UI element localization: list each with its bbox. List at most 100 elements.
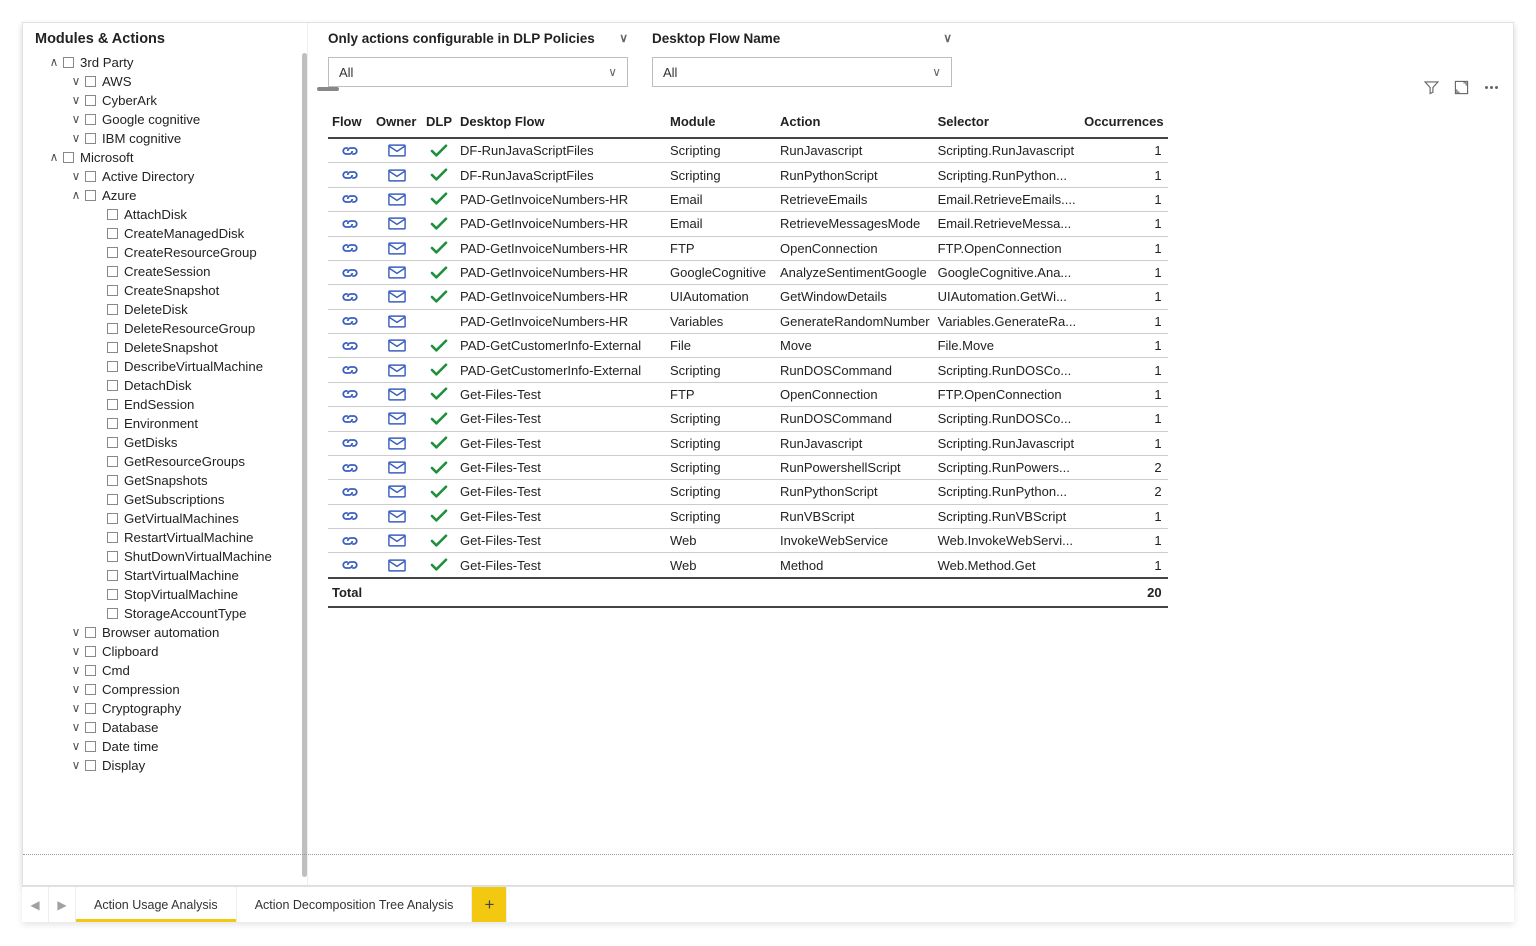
owner-mail-icon[interactable] bbox=[372, 407, 422, 431]
flow-link-icon[interactable] bbox=[328, 504, 372, 528]
expand-collapse-icon[interactable] bbox=[69, 757, 83, 774]
owner-mail-icon[interactable] bbox=[372, 504, 422, 528]
tree-scrollbar[interactable] bbox=[302, 53, 307, 877]
flow-link-icon[interactable] bbox=[328, 334, 372, 358]
checkbox[interactable] bbox=[85, 627, 96, 638]
flow-link-icon[interactable] bbox=[328, 480, 372, 504]
expand-collapse-icon[interactable] bbox=[69, 681, 83, 698]
tree-item[interactable]: CreateSnapshot bbox=[33, 281, 307, 300]
slicer-dlp-dropdown[interactable]: All ∨ bbox=[328, 57, 628, 87]
checkbox[interactable] bbox=[107, 342, 118, 353]
owner-mail-icon[interactable] bbox=[372, 480, 422, 504]
checkbox[interactable] bbox=[107, 589, 118, 600]
checkbox[interactable] bbox=[85, 133, 96, 144]
checkbox[interactable] bbox=[107, 437, 118, 448]
tree-item[interactable]: GetVirtualMachines bbox=[33, 509, 307, 528]
tree-item[interactable]: ShutDownVirtualMachine bbox=[33, 547, 307, 566]
flow-link-icon[interactable] bbox=[328, 163, 372, 187]
checkbox[interactable] bbox=[85, 190, 96, 201]
tree-item[interactable]: GetResourceGroups bbox=[33, 452, 307, 471]
tab-decomposition[interactable]: Action Decomposition Tree Analysis bbox=[237, 887, 473, 922]
tree-item[interactable]: AttachDisk bbox=[33, 205, 307, 224]
expand-collapse-icon[interactable] bbox=[69, 700, 83, 717]
tab-action-usage[interactable]: Action Usage Analysis bbox=[76, 887, 237, 922]
table-row[interactable]: PAD-GetInvoiceNumbers-HRFTPOpenConnectio… bbox=[328, 236, 1168, 260]
tree-item[interactable]: 3rd Party bbox=[33, 53, 307, 72]
chevron-down-icon[interactable]: ∨ bbox=[943, 31, 952, 45]
owner-mail-icon[interactable] bbox=[372, 212, 422, 236]
tree-item[interactable]: StorageAccountType bbox=[33, 604, 307, 623]
table-row[interactable]: Get-Files-TestFTPOpenConnectionFTP.OpenC… bbox=[328, 382, 1168, 406]
tree-item[interactable]: CreateResourceGroup bbox=[33, 243, 307, 262]
owner-mail-icon[interactable] bbox=[372, 529, 422, 553]
owner-mail-icon[interactable] bbox=[372, 236, 422, 260]
expand-collapse-icon[interactable] bbox=[69, 111, 83, 128]
expand-collapse-icon[interactable] bbox=[69, 624, 83, 641]
tree-item[interactable]: DeleteResourceGroup bbox=[33, 319, 307, 338]
table-row[interactable]: PAD-GetCustomerInfo-ExternalScriptingRun… bbox=[328, 358, 1168, 382]
checkbox[interactable] bbox=[107, 608, 118, 619]
col-module[interactable]: Module bbox=[666, 106, 776, 138]
checkbox[interactable] bbox=[63, 57, 74, 68]
flow-link-icon[interactable] bbox=[328, 187, 372, 211]
expand-collapse-icon[interactable] bbox=[69, 738, 83, 755]
col-occurrences[interactable]: Occurrences bbox=[1080, 106, 1168, 138]
expand-collapse-icon[interactable] bbox=[69, 719, 83, 736]
table-row[interactable]: Get-Files-TestScriptingRunVBScriptScript… bbox=[328, 504, 1168, 528]
focus-mode-icon[interactable] bbox=[1453, 79, 1469, 95]
flow-link-icon[interactable] bbox=[328, 309, 372, 333]
tree-item[interactable]: CyberArk bbox=[33, 91, 307, 110]
tree-item[interactable]: Database bbox=[33, 718, 307, 737]
checkbox[interactable] bbox=[107, 475, 118, 486]
checkbox[interactable] bbox=[107, 247, 118, 258]
owner-mail-icon[interactable] bbox=[372, 358, 422, 382]
checkbox[interactable] bbox=[85, 665, 96, 676]
owner-mail-icon[interactable] bbox=[372, 309, 422, 333]
checkbox[interactable] bbox=[85, 76, 96, 87]
flow-link-icon[interactable] bbox=[328, 431, 372, 455]
checkbox[interactable] bbox=[107, 570, 118, 581]
resize-grip-icon[interactable] bbox=[317, 87, 339, 91]
table-row[interactable]: DF-RunJavaScriptFilesScriptingRunJavascr… bbox=[328, 138, 1168, 163]
checkbox[interactable] bbox=[107, 513, 118, 524]
tree-item[interactable]: AWS bbox=[33, 72, 307, 91]
tree-item[interactable]: Date time bbox=[33, 737, 307, 756]
flow-link-icon[interactable] bbox=[328, 358, 372, 382]
checkbox[interactable] bbox=[85, 171, 96, 182]
tree-item[interactable]: EndSession bbox=[33, 395, 307, 414]
expand-collapse-icon[interactable] bbox=[69, 643, 83, 660]
flow-link-icon[interactable] bbox=[328, 407, 372, 431]
tree-item[interactable]: Clipboard bbox=[33, 642, 307, 661]
tree-item[interactable]: Browser automation bbox=[33, 623, 307, 642]
table-row[interactable]: PAD-GetInvoiceNumbers-HREmailRetrieveMes… bbox=[328, 212, 1168, 236]
tree-item[interactable]: GetSnapshots bbox=[33, 471, 307, 490]
tree-item[interactable]: CreateManagedDisk bbox=[33, 224, 307, 243]
expand-collapse-icon[interactable] bbox=[69, 187, 83, 204]
col-owner[interactable]: Owner bbox=[372, 106, 422, 138]
owner-mail-icon[interactable] bbox=[372, 382, 422, 406]
table-row[interactable]: PAD-GetCustomerInfo-ExternalFileMoveFile… bbox=[328, 334, 1168, 358]
table-row[interactable]: Get-Files-TestScriptingRunDOSCommandScri… bbox=[328, 407, 1168, 431]
table-row[interactable]: Get-Files-TestWebInvokeWebServiceWeb.Inv… bbox=[328, 529, 1168, 553]
owner-mail-icon[interactable] bbox=[372, 334, 422, 358]
expand-collapse-icon[interactable] bbox=[69, 92, 83, 109]
tree-item[interactable]: Google cognitive bbox=[33, 110, 307, 129]
flow-link-icon[interactable] bbox=[328, 455, 372, 479]
flow-link-icon[interactable] bbox=[328, 553, 372, 578]
tree-item[interactable]: Cryptography bbox=[33, 699, 307, 718]
checkbox[interactable] bbox=[107, 551, 118, 562]
table-row[interactable]: Get-Files-TestScriptingRunJavascriptScri… bbox=[328, 431, 1168, 455]
tree-item[interactable]: GetSubscriptions bbox=[33, 490, 307, 509]
action-table[interactable]: Flow Owner DLP Desktop Flow Module Actio… bbox=[328, 105, 1501, 877]
owner-mail-icon[interactable] bbox=[372, 553, 422, 578]
owner-mail-icon[interactable] bbox=[372, 455, 422, 479]
tree-item[interactable]: DeleteDisk bbox=[33, 300, 307, 319]
checkbox[interactable] bbox=[85, 703, 96, 714]
table-row[interactable]: Get-Files-TestScriptingRunPowershellScri… bbox=[328, 455, 1168, 479]
owner-mail-icon[interactable] bbox=[372, 163, 422, 187]
checkbox[interactable] bbox=[107, 209, 118, 220]
checkbox[interactable] bbox=[107, 494, 118, 505]
checkbox[interactable] bbox=[85, 95, 96, 106]
tree-item[interactable]: Azure bbox=[33, 186, 307, 205]
flow-link-icon[interactable] bbox=[328, 260, 372, 284]
